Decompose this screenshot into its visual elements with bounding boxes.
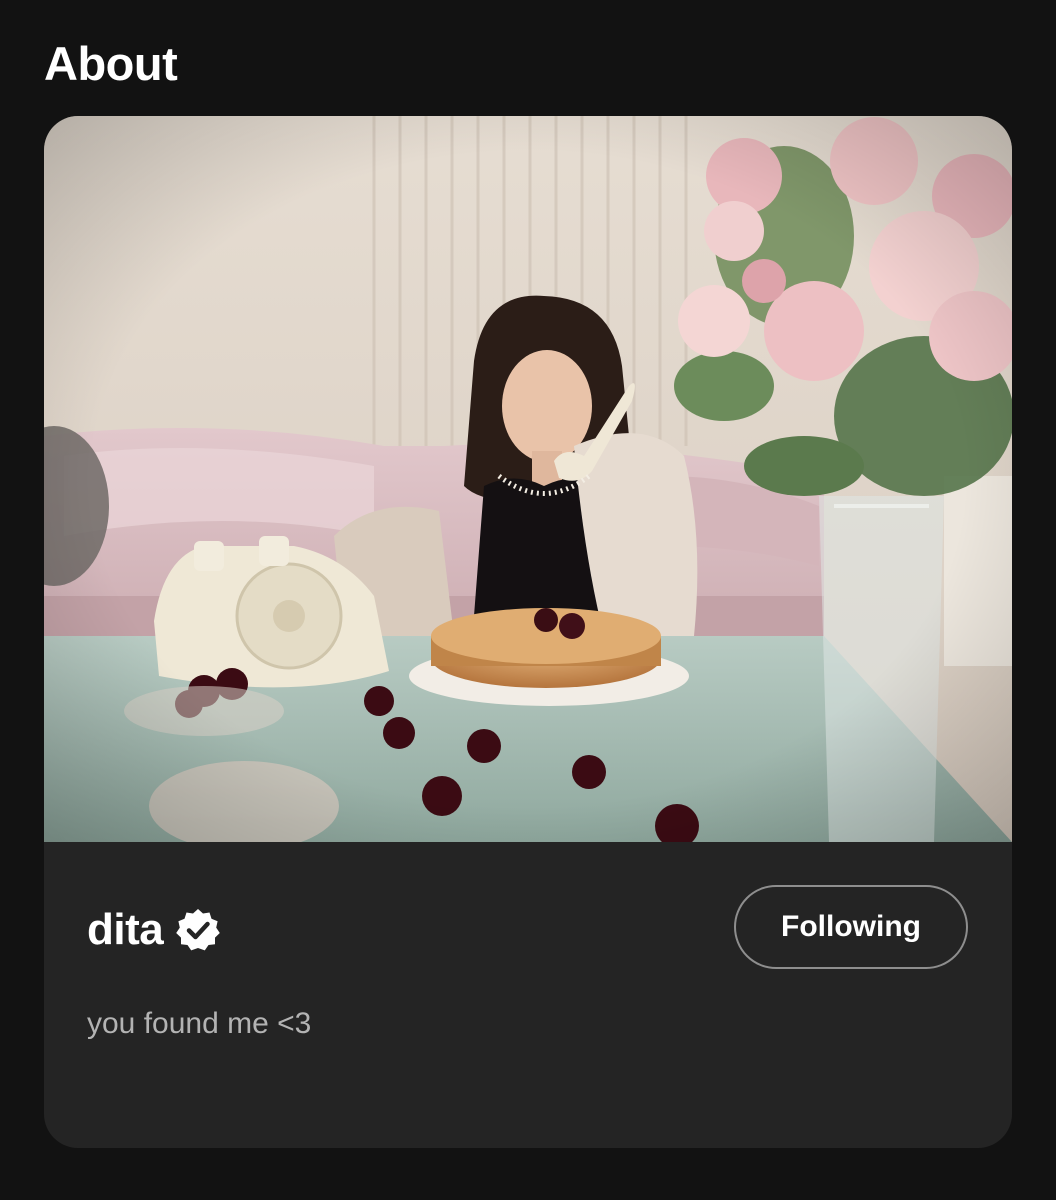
artist-name-row: dita bbox=[87, 902, 221, 958]
following-button[interactable]: Following bbox=[734, 885, 968, 969]
verified-badge-icon bbox=[176, 909, 221, 951]
artist-bio: you found me <3 bbox=[87, 1007, 312, 1040]
section-title: About bbox=[44, 37, 178, 90]
artist-cover-image bbox=[44, 116, 1012, 842]
artist-about-card[interactable]: dita Following you found me <3 bbox=[44, 116, 1012, 1148]
artist-name[interactable]: dita bbox=[87, 902, 164, 958]
